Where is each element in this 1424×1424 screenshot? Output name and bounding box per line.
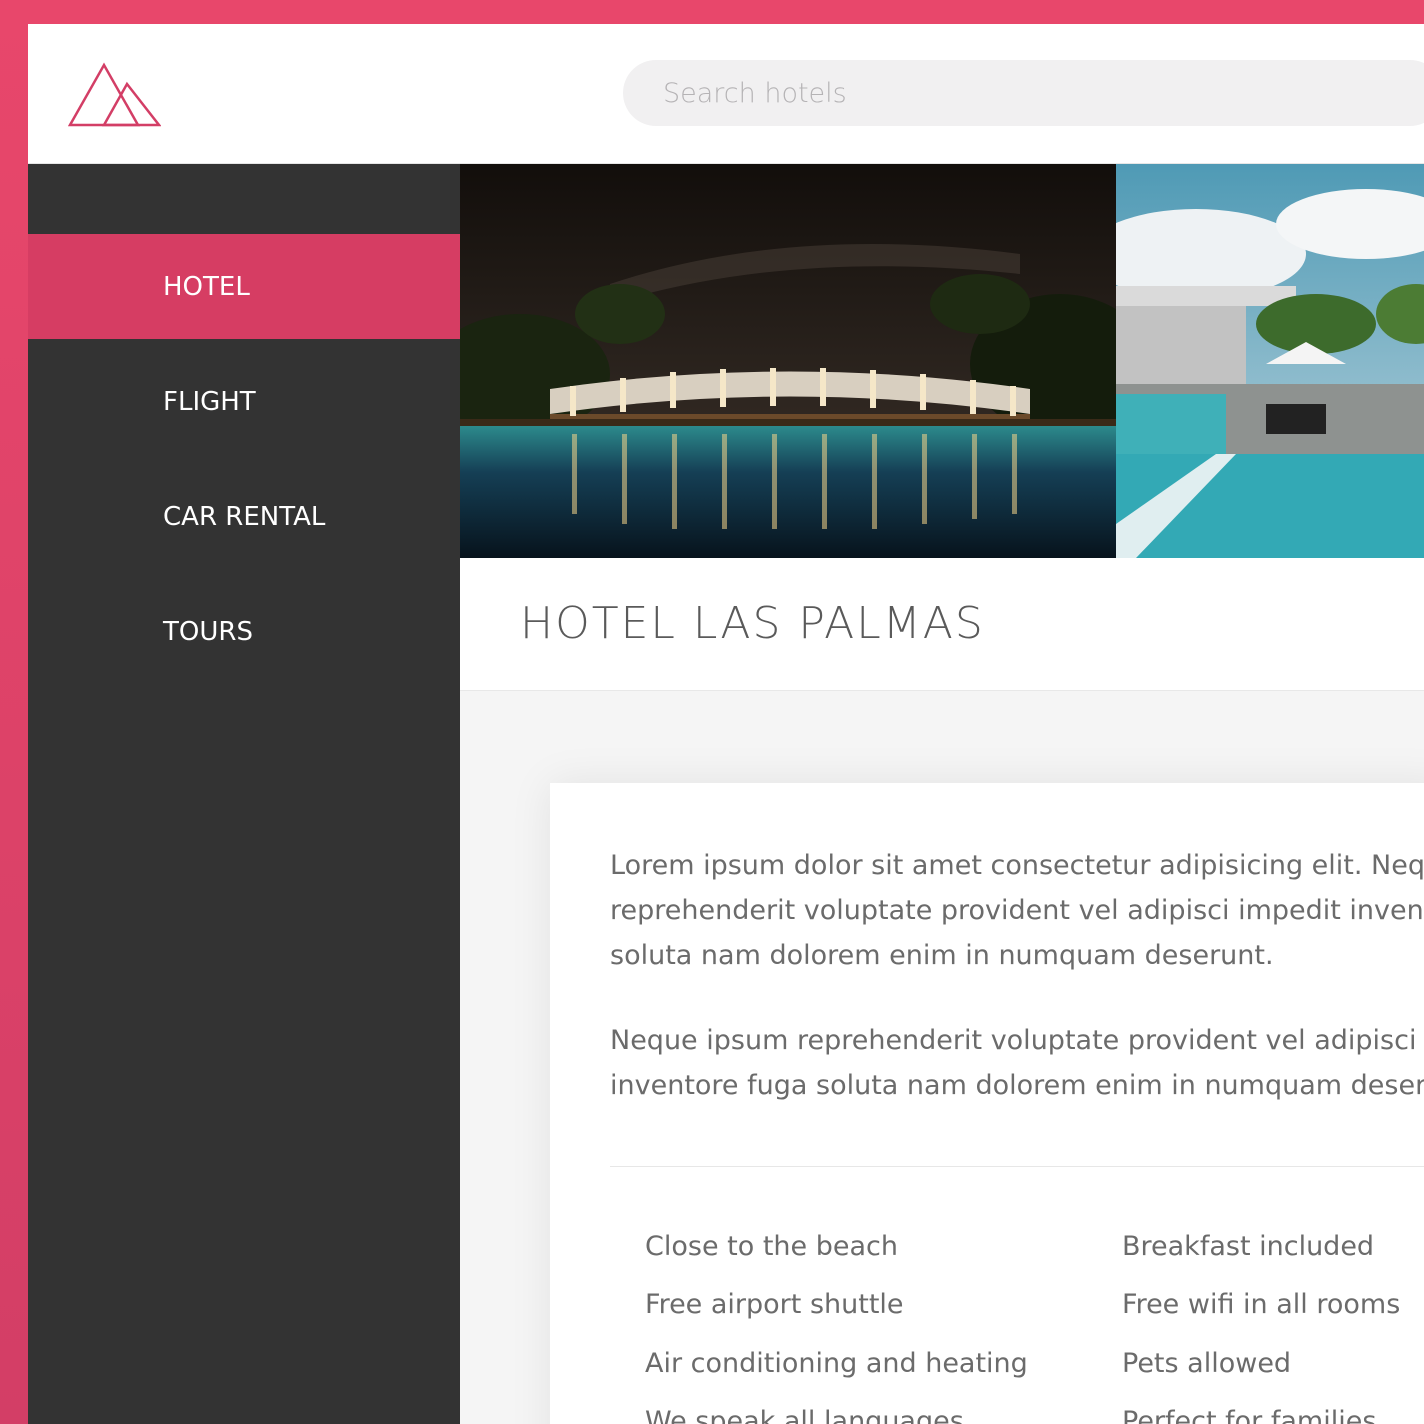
sidebar-item-tours[interactable]: TOURS xyxy=(28,579,460,684)
description-paragraph-2: Neque ipsum reprehenderit voluptate prov… xyxy=(610,1018,1424,1108)
description-line: reprehenderit voluptate provident vel ad… xyxy=(610,895,1424,926)
mountain-logo-icon[interactable] xyxy=(68,62,161,128)
feature-item: Free wifi in all rooms xyxy=(1122,1289,1401,1320)
sidebar: HOTEL FLIGHT CAR RENTAL TOURS xyxy=(28,164,460,1424)
day-pool-photo[interactable] xyxy=(1116,164,1424,558)
app-window: HOTEL FLIGHT CAR RENTAL TOURS xyxy=(28,24,1424,1424)
feature-item: Perfect for families xyxy=(1122,1406,1377,1424)
description-line: soluta nam dolorem enim in numquam deser… xyxy=(610,940,1274,971)
sidebar-item-label: TOURS xyxy=(163,616,253,647)
sidebar-item-flight[interactable]: FLIGHT xyxy=(28,349,460,454)
hotel-title: HOTEL LAS PALMAS xyxy=(520,598,985,649)
header xyxy=(28,24,1424,164)
description-line: Neque ipsum reprehenderit voluptate prov… xyxy=(610,1025,1424,1056)
feature-item: Air conditioning and heating xyxy=(645,1348,1028,1379)
sidebar-item-label: HOTEL xyxy=(163,271,250,302)
sidebar-item-label: CAR RENTAL xyxy=(163,501,326,532)
search-input[interactable] xyxy=(623,60,1424,126)
feature-item: Free airport shuttle xyxy=(645,1289,904,1320)
hotel-title-bar: HOTEL LAS PALMAS xyxy=(460,558,1424,691)
description-line: Lorem ipsum dolor sit amet consectetur a… xyxy=(610,850,1424,881)
feature-item: Pets allowed xyxy=(1122,1348,1292,1379)
feature-item: Close to the beach xyxy=(645,1231,898,1262)
description-line: inventore fuga soluta nam dolorem enim i… xyxy=(610,1070,1424,1101)
content-area: Lorem ipsum dolor sit amet consectetur a… xyxy=(460,691,1424,1424)
feature-item: We speak all languages xyxy=(645,1406,964,1424)
feature-item: Breakfast included xyxy=(1122,1231,1375,1262)
sidebar-item-car-rental[interactable]: CAR RENTAL xyxy=(28,464,460,569)
description-card: Lorem ipsum dolor sit amet consectetur a… xyxy=(550,783,1424,1424)
sidebar-item-hotel[interactable]: HOTEL xyxy=(28,234,460,339)
divider xyxy=(610,1166,1424,1167)
photo-gallery xyxy=(460,164,1424,558)
sidebar-item-label: FLIGHT xyxy=(163,386,256,417)
sidebar-nav: HOTEL FLIGHT CAR RENTAL TOURS xyxy=(28,234,460,694)
description-paragraph-1: Lorem ipsum dolor sit amet consectetur a… xyxy=(610,843,1424,978)
night-pool-photo[interactable] xyxy=(460,164,1116,558)
